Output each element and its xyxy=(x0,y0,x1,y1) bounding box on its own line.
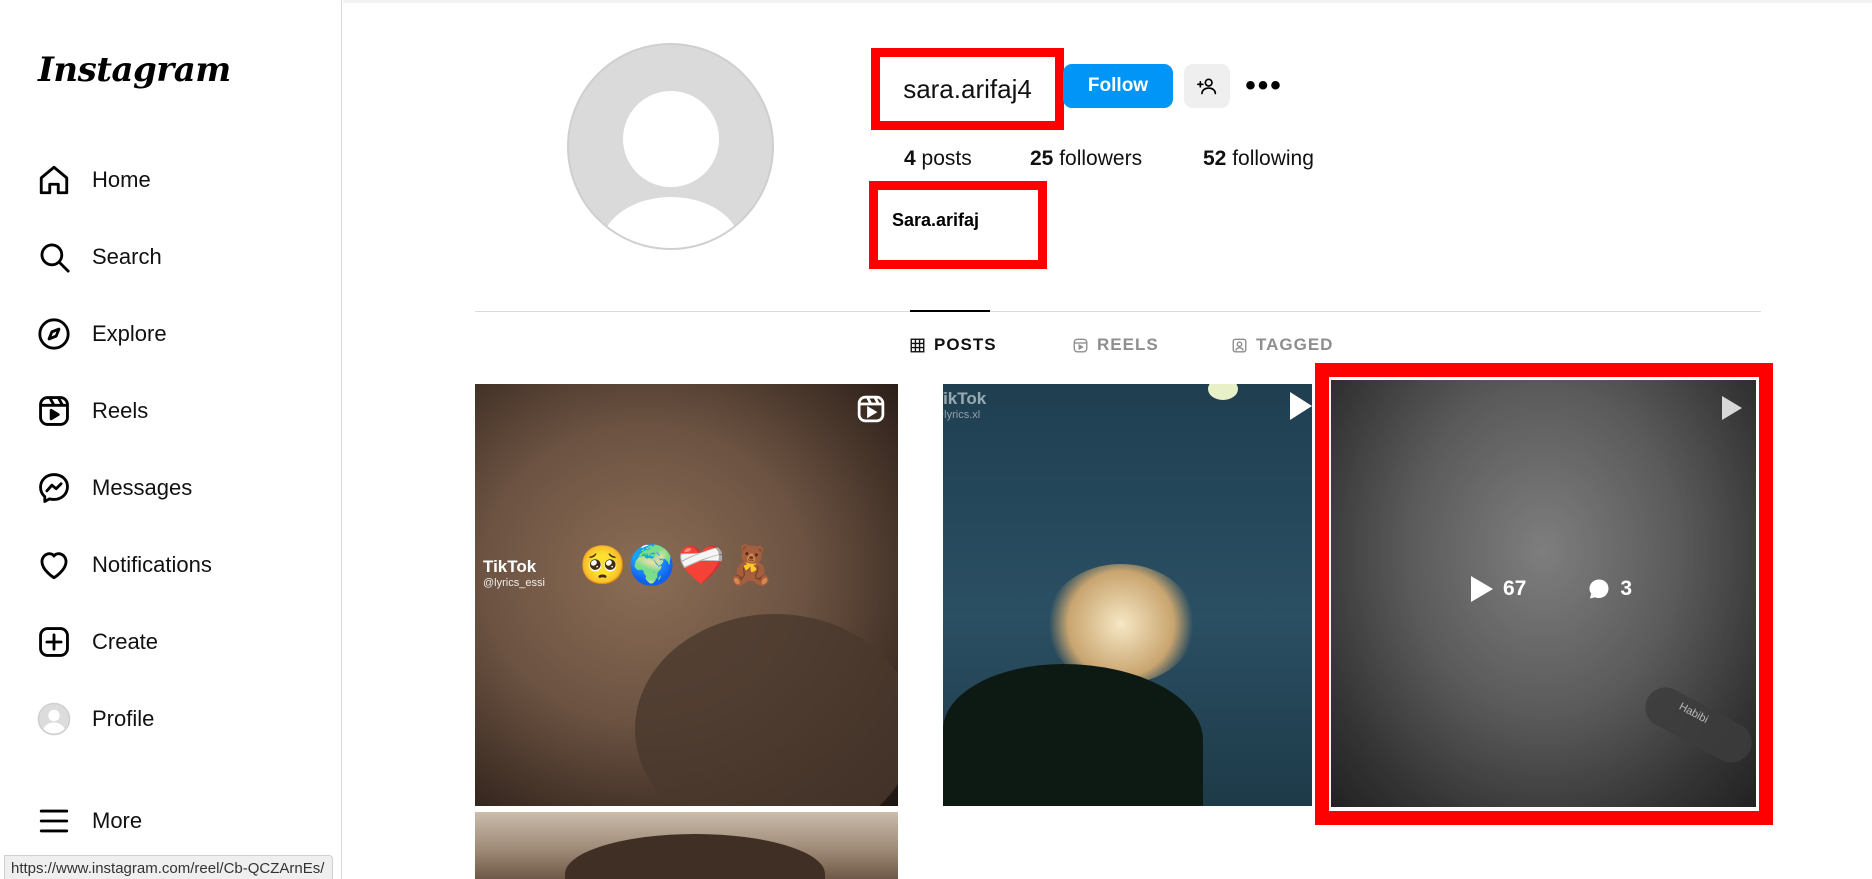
tiktok-watermark: TikTok @lyrics_essi xyxy=(483,557,545,589)
sidebar-item-label: Explore xyxy=(92,321,167,346)
post-tile[interactable]: TikTok @lyrics.xl xyxy=(943,384,1312,806)
sidebar-item-create[interactable]: Create xyxy=(24,612,324,672)
sidebar-item-explore[interactable]: Explore xyxy=(24,304,324,364)
posts-count-label: posts xyxy=(921,147,972,170)
grid-icon xyxy=(910,338,925,352)
sidebar-item-search[interactable]: Search xyxy=(24,227,324,287)
post-trees-shape xyxy=(943,664,1203,806)
home-icon xyxy=(24,150,84,210)
tab-label: TAGGED xyxy=(1256,335,1334,354)
tab-posts[interactable]: POSTS xyxy=(910,335,997,355)
post-hover-stats: 67 3 xyxy=(1471,576,1632,602)
tab-label: REELS xyxy=(1097,335,1159,354)
avatar-body-shape xyxy=(601,197,741,248)
tiktok-brand: TikTok xyxy=(483,557,537,576)
post-image-shape xyxy=(565,834,825,879)
post-tile[interactable]: 🥺🌍❤️‍🩹🧸 TikTok @lyrics_essi xyxy=(475,384,898,806)
sidebar-item-label: Home xyxy=(92,167,151,192)
followers-count[interactable]: 25 followers xyxy=(1030,147,1142,171)
post-views-count: 67 xyxy=(1503,577,1527,600)
sidebar-item-label: Notifications xyxy=(92,552,212,577)
avatar-head-shape xyxy=(623,91,719,187)
sidebar-item-profile[interactable]: Profile xyxy=(24,689,324,749)
sidebar-item-home[interactable]: Home xyxy=(24,150,324,210)
posts-count-number: 4 xyxy=(904,147,916,170)
play-icon xyxy=(1722,396,1742,420)
follow-button[interactable]: Follow xyxy=(1063,64,1173,108)
post-image-shape xyxy=(635,614,898,806)
status-bar-url: https://www.instagram.com/reel/Cb-QCZArn… xyxy=(4,855,334,879)
comment-icon xyxy=(1589,579,1609,599)
post-emoji-overlay: 🥺🌍❤️‍🩹🧸 xyxy=(579,545,777,587)
sidebar-item-label: Create xyxy=(92,629,159,654)
sidebar-item-notifications[interactable]: Notifications xyxy=(24,535,324,595)
sidebar-item-label: Reels xyxy=(92,398,149,423)
avatar-icon xyxy=(24,689,84,749)
plus-square-icon xyxy=(24,612,84,672)
tab-reels[interactable]: REELS xyxy=(1073,335,1159,355)
menu-icon xyxy=(24,791,84,851)
sidebar-item-messages[interactable]: Messages xyxy=(24,458,324,518)
tiktok-handle: @lyrics_essi xyxy=(483,576,545,589)
post-tile[interactable]: 67 3 Habibi xyxy=(1331,380,1756,807)
compass-icon xyxy=(24,304,84,364)
tiktok-handle: @lyrics.xl xyxy=(943,408,981,421)
reel-icon xyxy=(857,395,885,423)
tagged-icon xyxy=(1232,338,1247,352)
post-moon-shape xyxy=(1208,384,1238,400)
sidebar: Instagram Home Search Explore Reels Mess… xyxy=(0,0,342,879)
posts-count[interactable]: 4 posts xyxy=(904,147,972,171)
tiktok-watermark: TikTok @lyrics.xl xyxy=(943,389,987,421)
suggested-users-button[interactable] xyxy=(1184,64,1230,108)
following-count-number: 52 xyxy=(1203,147,1227,170)
following-count-label: following xyxy=(1232,147,1314,170)
heart-icon xyxy=(24,535,84,595)
add-user-icon xyxy=(1197,78,1217,95)
sidebar-item-label: Messages xyxy=(92,475,193,500)
sidebar-item-label: More xyxy=(92,808,143,833)
post-comments-count: 3 xyxy=(1620,577,1633,600)
sidebar-item-reels[interactable]: Reels xyxy=(24,381,324,441)
tab-label: POSTS xyxy=(934,335,997,354)
tab-tagged[interactable]: TAGGED xyxy=(1232,335,1333,355)
top-divider xyxy=(343,0,1872,3)
active-tab-indicator xyxy=(910,310,990,312)
followers-count-number: 25 xyxy=(1030,147,1054,170)
profile-avatar[interactable] xyxy=(567,43,774,250)
sidebar-item-label: Profile xyxy=(92,706,155,731)
sidebar-item-more[interactable]: More xyxy=(24,791,324,851)
search-icon xyxy=(24,227,84,287)
followers-count-label: followers xyxy=(1059,147,1143,170)
following-count[interactable]: 52 following xyxy=(1203,147,1314,171)
username-highlight: sara.arifaj4 xyxy=(871,48,1064,130)
tabs-divider xyxy=(475,311,1761,312)
post-tile[interactable] xyxy=(475,812,898,879)
play-icon xyxy=(1290,392,1312,420)
profile-full-name: Sara.arifaj xyxy=(892,209,980,230)
tiktok-brand: TikTok xyxy=(943,389,987,408)
reels-icon xyxy=(1073,338,1088,352)
reels-icon xyxy=(24,381,84,441)
more-options-icon[interactable]: ••• xyxy=(1244,68,1284,104)
full-name-highlight: Sara.arifaj xyxy=(869,181,1047,269)
views-play-icon xyxy=(1471,576,1493,602)
messenger-icon xyxy=(24,458,84,518)
sidebar-item-label: Search xyxy=(92,244,162,269)
instagram-logo[interactable]: Instagram xyxy=(38,50,231,90)
profile-username: sara.arifaj4 xyxy=(903,73,1032,104)
